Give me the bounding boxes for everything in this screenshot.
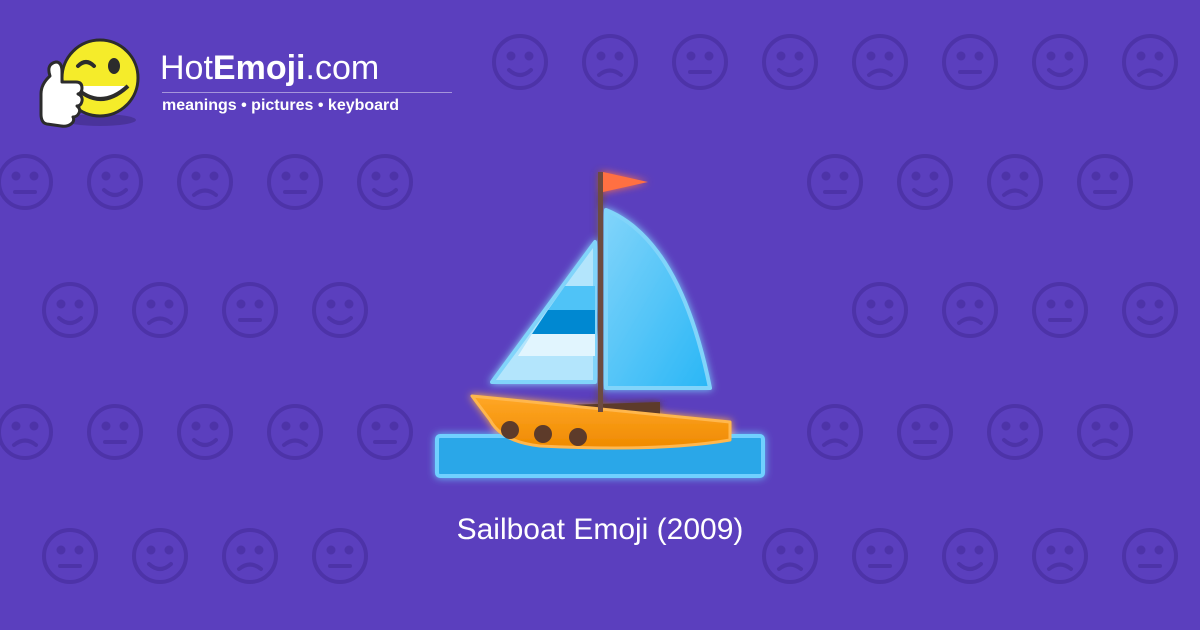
logo-divider xyxy=(162,92,452,93)
emoji-caption: Sailboat Emoji (2009) xyxy=(456,513,744,546)
thumbs-up-wink-icon xyxy=(39,38,140,128)
background-emoji-outline xyxy=(87,154,143,210)
logo-wordmark-bold: Emoji xyxy=(212,49,306,87)
background-emoji-outline xyxy=(357,154,413,210)
background-emoji-outline xyxy=(672,34,728,90)
logo-wordmark-suffix: .com xyxy=(305,49,380,87)
background-emoji-outline xyxy=(222,282,278,338)
background-emoji-outline xyxy=(132,282,188,338)
sailboat-icon xyxy=(435,172,765,478)
background-emoji-outline xyxy=(807,404,863,460)
background-emoji-outline xyxy=(312,282,368,338)
background-emoji-outline xyxy=(1077,154,1133,210)
background-emoji-outline xyxy=(42,282,98,338)
background-emoji-outline xyxy=(987,154,1043,210)
background-emoji-outline xyxy=(357,404,413,460)
background-emoji-outline xyxy=(177,154,233,210)
background-emoji-outline xyxy=(807,154,863,210)
background-emoji-outline xyxy=(852,282,908,338)
logo-tagline: meanings • pictures • keyboard xyxy=(162,97,400,114)
background-emoji-outline xyxy=(177,404,233,460)
background-emoji-outline xyxy=(582,34,638,90)
background-emoji-outline xyxy=(942,34,998,90)
background-emoji-outline xyxy=(1032,282,1088,338)
logo-wordmark: HotEmoji.com xyxy=(160,48,379,88)
background-emoji-outline xyxy=(0,404,53,460)
background-emoji-outline xyxy=(1122,282,1178,338)
background-emoji-outline xyxy=(852,34,908,90)
background-emoji-outline xyxy=(267,404,323,460)
background-emoji-outline xyxy=(897,404,953,460)
background-emoji-outline xyxy=(897,154,953,210)
background-emoji-outline xyxy=(87,404,143,460)
background-emoji-outline xyxy=(1032,34,1088,90)
background-emoji-outline xyxy=(492,34,548,90)
background-emoji-outline xyxy=(1077,404,1133,460)
logo-wordmark-prefix: Hot xyxy=(160,49,213,87)
background-emoji-outline xyxy=(267,154,323,210)
background-emoji-outline xyxy=(942,282,998,338)
background-emoji-outline xyxy=(987,404,1043,460)
hotemoji-logo[interactable]: HotEmoji.com meanings • pictures • keybo… xyxy=(38,36,458,136)
background-emoji-outline xyxy=(1122,34,1178,90)
background-emoji-outline xyxy=(0,154,53,210)
background-emoji-outline xyxy=(762,34,818,90)
